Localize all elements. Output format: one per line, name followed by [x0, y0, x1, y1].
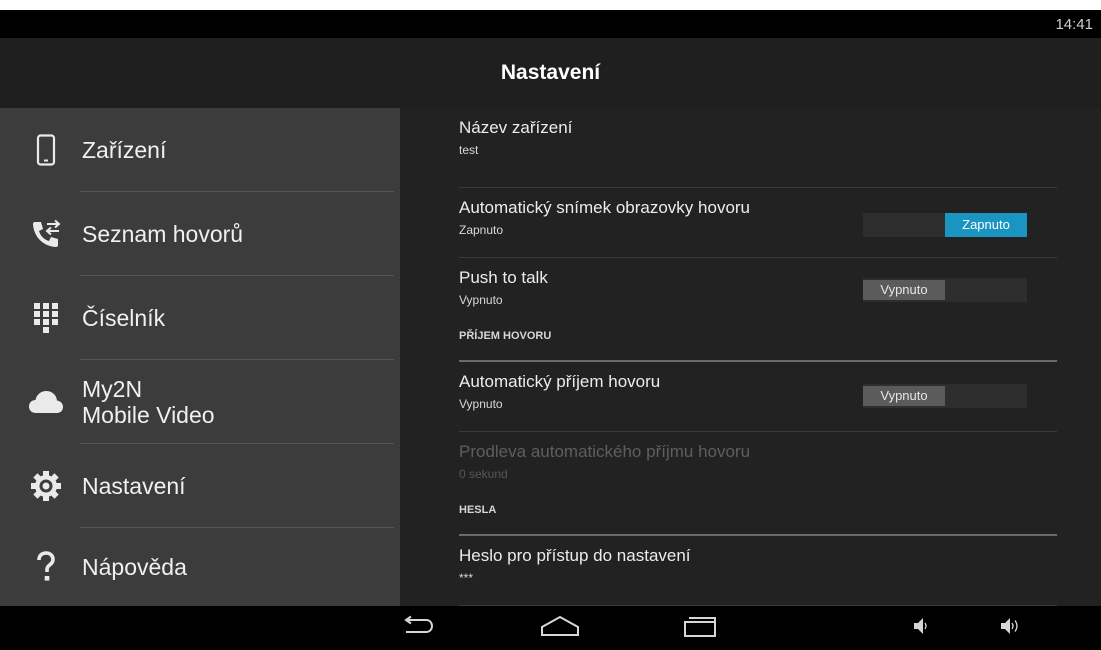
setting-summary: Zapnuto [459, 223, 504, 237]
page-title: Nastavení [500, 61, 601, 84]
call-log-icon [26, 214, 66, 254]
push-to-talk-setting[interactable]: Push to talk Vypnuto Vypnuto [459, 258, 1057, 322]
sidebar-item-label: Číselník [82, 305, 166, 331]
help-icon [26, 547, 66, 587]
auto-answer-setting[interactable]: Automatický příjem hovoru Vypnuto Vypnut… [459, 362, 1057, 432]
cloud-icon [26, 382, 66, 422]
back-button[interactable] [393, 606, 443, 650]
setting-title: Automatický příjem hovoru [459, 372, 661, 391]
volume-down-icon [913, 617, 927, 640]
back-icon [400, 615, 436, 642]
volume-up-icon [1000, 617, 1020, 640]
volume-down-button[interactable] [905, 606, 935, 650]
sidebar-item-settings[interactable]: Nastavení [0, 444, 400, 528]
toggle-thumb-off: Vypnuto [863, 280, 945, 300]
device-name-setting[interactable]: Název zařízení test [459, 108, 1057, 188]
setting-title: Prodleva automatického příjmu hovoru [459, 442, 751, 461]
sidebar-item-label: Zařízení [82, 137, 167, 163]
auto-answer-toggle[interactable]: Vypnuto [863, 384, 1027, 408]
sidebar-item-label: Nastavení [82, 473, 186, 499]
setting-summary: test [459, 143, 479, 157]
push-to-talk-toggle[interactable]: Vypnuto [863, 278, 1027, 302]
sidebar-item-help[interactable]: Nápověda [0, 528, 400, 606]
action-bar: Nastavení [0, 38, 1101, 108]
settings-list: Název zařízení test Automatický snímek o… [400, 108, 1101, 606]
section-label: HESLA [459, 504, 497, 516]
volume-up-button[interactable] [995, 606, 1025, 650]
setting-title: Heslo pro přístup do nastavení [459, 546, 691, 565]
setting-summary: Vypnuto [459, 397, 503, 411]
status-clock: 14:41 [1055, 16, 1093, 33]
auto-snapshot-toggle[interactable]: Zapnuto [863, 213, 1027, 237]
setting-title: Automatický snímek obrazovky hovoru [459, 198, 751, 217]
recent-apps-button[interactable] [670, 606, 730, 650]
sidebar-item-device[interactable]: Zařízení [0, 108, 400, 192]
home-button[interactable] [530, 606, 590, 650]
dialpad-icon [26, 298, 66, 338]
recent-apps-icon [681, 614, 719, 643]
phone-icon [26, 130, 66, 170]
sidebar-item-dialpad[interactable]: Číselník [0, 276, 400, 360]
setting-title: Push to talk [459, 268, 548, 287]
section-header-passwords: HESLA [459, 496, 1057, 536]
system-navigation-bar [0, 606, 1101, 650]
auto-answer-delay-setting: Prodleva automatického příjmu hovoru 0 s… [459, 432, 1057, 496]
auto-snapshot-setting[interactable]: Automatický snímek obrazovky hovoru Zapn… [459, 188, 1057, 258]
tablet-screen: 14:41 Nastavení Zařízení Seznam hovorů Č… [0, 10, 1101, 650]
section-header-incoming-call: PŘÍJEM HOVORU [459, 322, 1057, 362]
sidebar-item-label: My2N Mobile Video [82, 376, 215, 428]
status-bar: 14:41 [0, 10, 1101, 38]
toggle-thumb-on: Zapnuto [945, 213, 1027, 237]
home-icon [539, 615, 581, 642]
settings-password-setting[interactable]: Heslo pro přístup do nastavení *** [459, 536, 1057, 606]
setting-summary: *** [459, 571, 474, 585]
sidebar: Zařízení Seznam hovorů Číselník My2N Mob… [0, 108, 400, 606]
toggle-thumb-off: Vypnuto [863, 386, 945, 406]
sidebar-item-my2n[interactable]: My2N Mobile Video [0, 360, 400, 444]
sidebar-item-call-log[interactable]: Seznam hovorů [0, 192, 400, 276]
setting-summary: 0 sekund [459, 467, 508, 481]
sidebar-item-label: Nápověda [82, 554, 187, 580]
sidebar-item-label: Seznam hovorů [82, 221, 244, 247]
setting-title: Název zařízení [459, 118, 573, 137]
section-label: PŘÍJEM HOVORU [459, 330, 552, 342]
gear-icon [26, 466, 66, 506]
setting-summary: Vypnuto [459, 293, 503, 307]
